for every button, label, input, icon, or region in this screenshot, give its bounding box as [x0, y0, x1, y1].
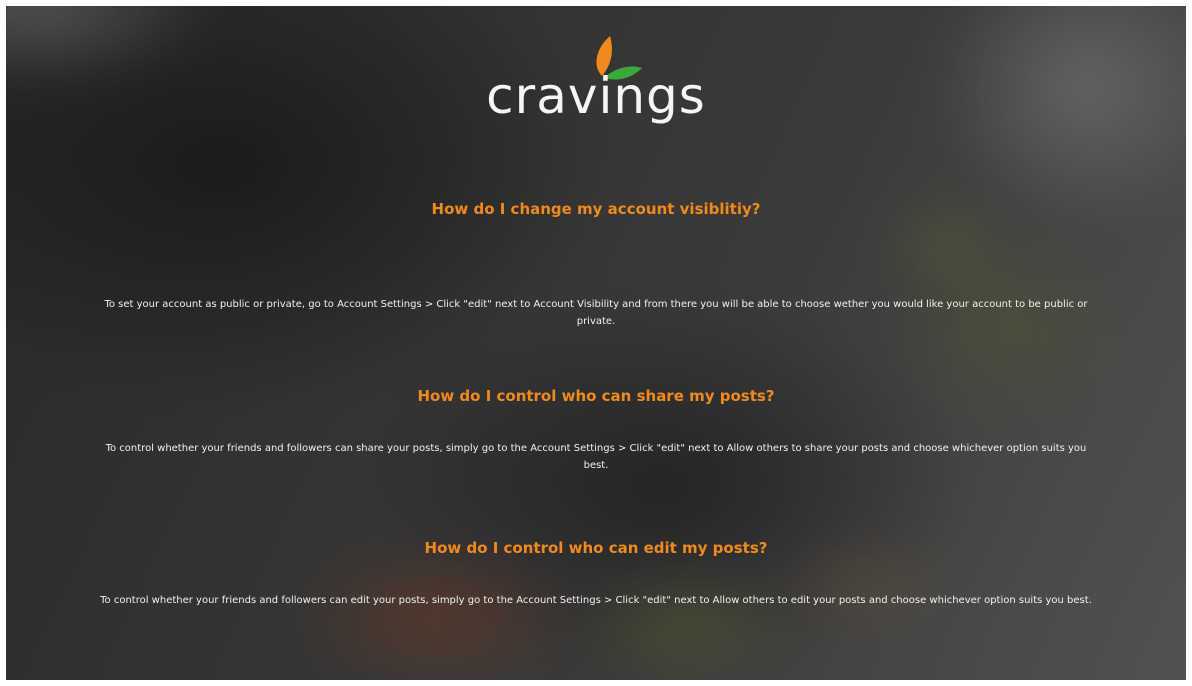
brand-name: cravings: [486, 67, 706, 125]
faq-question: How do I control who can edit my posts?: [424, 539, 768, 557]
faq-question: How do I control who can share my posts?: [417, 387, 775, 405]
faq-answer: To control whether your friends and foll…: [100, 595, 1092, 606]
faq-content: cravings How do I change my account visi…: [6, 6, 1186, 680]
faq-answer: To control whether your friends and foll…: [105, 443, 1087, 471]
faq-answer: To set your account as public or private…: [104, 299, 1088, 327]
brand-logo[interactable]: cravings: [6, 30, 1186, 130]
faq-question: How do I change my account visiblitiy?: [431, 200, 761, 218]
page-frame: cravings How do I change my account visi…: [6, 6, 1186, 680]
